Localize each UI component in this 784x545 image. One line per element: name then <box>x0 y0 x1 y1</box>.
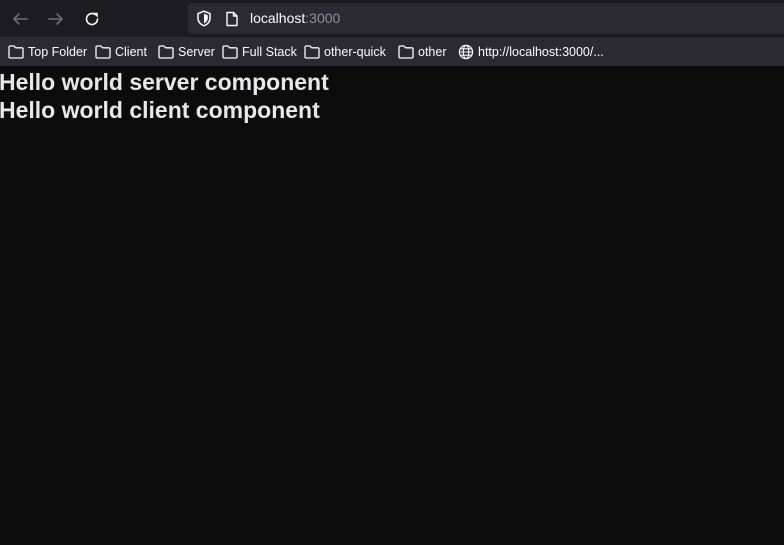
globe-icon <box>458 44 474 59</box>
folder-icon <box>304 44 320 59</box>
folder-icon <box>158 44 174 59</box>
bookmark-full-stack[interactable]: Full Stack <box>222 43 297 60</box>
bookmark-top-folder[interactable]: Top Folder <box>8 43 87 60</box>
reload-icon <box>85 12 99 26</box>
folder-icon <box>8 44 24 59</box>
back-button[interactable] <box>9 8 31 30</box>
bookmark-label: Top Folder <box>28 44 88 59</box>
reload-button[interactable] <box>81 8 103 30</box>
page-content: Hello world server component Hello world… <box>0 66 784 545</box>
bookmark-other-quick[interactable]: other-quick <box>304 43 386 60</box>
bookmark-other[interactable]: other <box>398 43 447 60</box>
bookmarks-toolbar: Top Folder Client Server Full Stack othe… <box>0 37 784 66</box>
navigation-toolbar: localhost:3000 <box>0 0 784 37</box>
forward-button[interactable] <box>45 8 67 30</box>
url-host: localhost <box>250 10 306 26</box>
bookmark-client[interactable]: Client <box>95 43 147 60</box>
server-component-heading: Hello world server component <box>0 69 329 95</box>
arrow-right-icon <box>48 13 63 25</box>
bookmark-label: other <box>418 44 447 59</box>
bookmark-server[interactable]: Server <box>158 43 215 60</box>
shield-icon[interactable] <box>196 10 212 27</box>
bookmark-label: Server <box>178 44 215 59</box>
bookmark-localhost-link[interactable]: http://localhost:3000/... <box>458 43 604 60</box>
bookmark-label: http://localhost:3000/... <box>478 44 604 59</box>
url-port: :3000 <box>305 10 341 26</box>
bookmark-label: Client <box>115 44 147 59</box>
folder-icon <box>95 44 111 59</box>
page-icon[interactable] <box>225 11 239 27</box>
bookmark-label: other-quick <box>324 44 386 59</box>
client-component-heading: Hello world client component <box>0 97 320 123</box>
url-text[interactable]: localhost:3000 <box>250 10 340 27</box>
bookmark-label: Full Stack <box>242 44 297 59</box>
address-bar[interactable]: localhost:3000 <box>188 3 784 34</box>
arrow-left-icon <box>13 13 28 25</box>
folder-icon <box>222 44 238 59</box>
folder-icon <box>398 44 414 59</box>
browser-window: localhost:3000 Top Folder Client Server … <box>0 0 784 545</box>
